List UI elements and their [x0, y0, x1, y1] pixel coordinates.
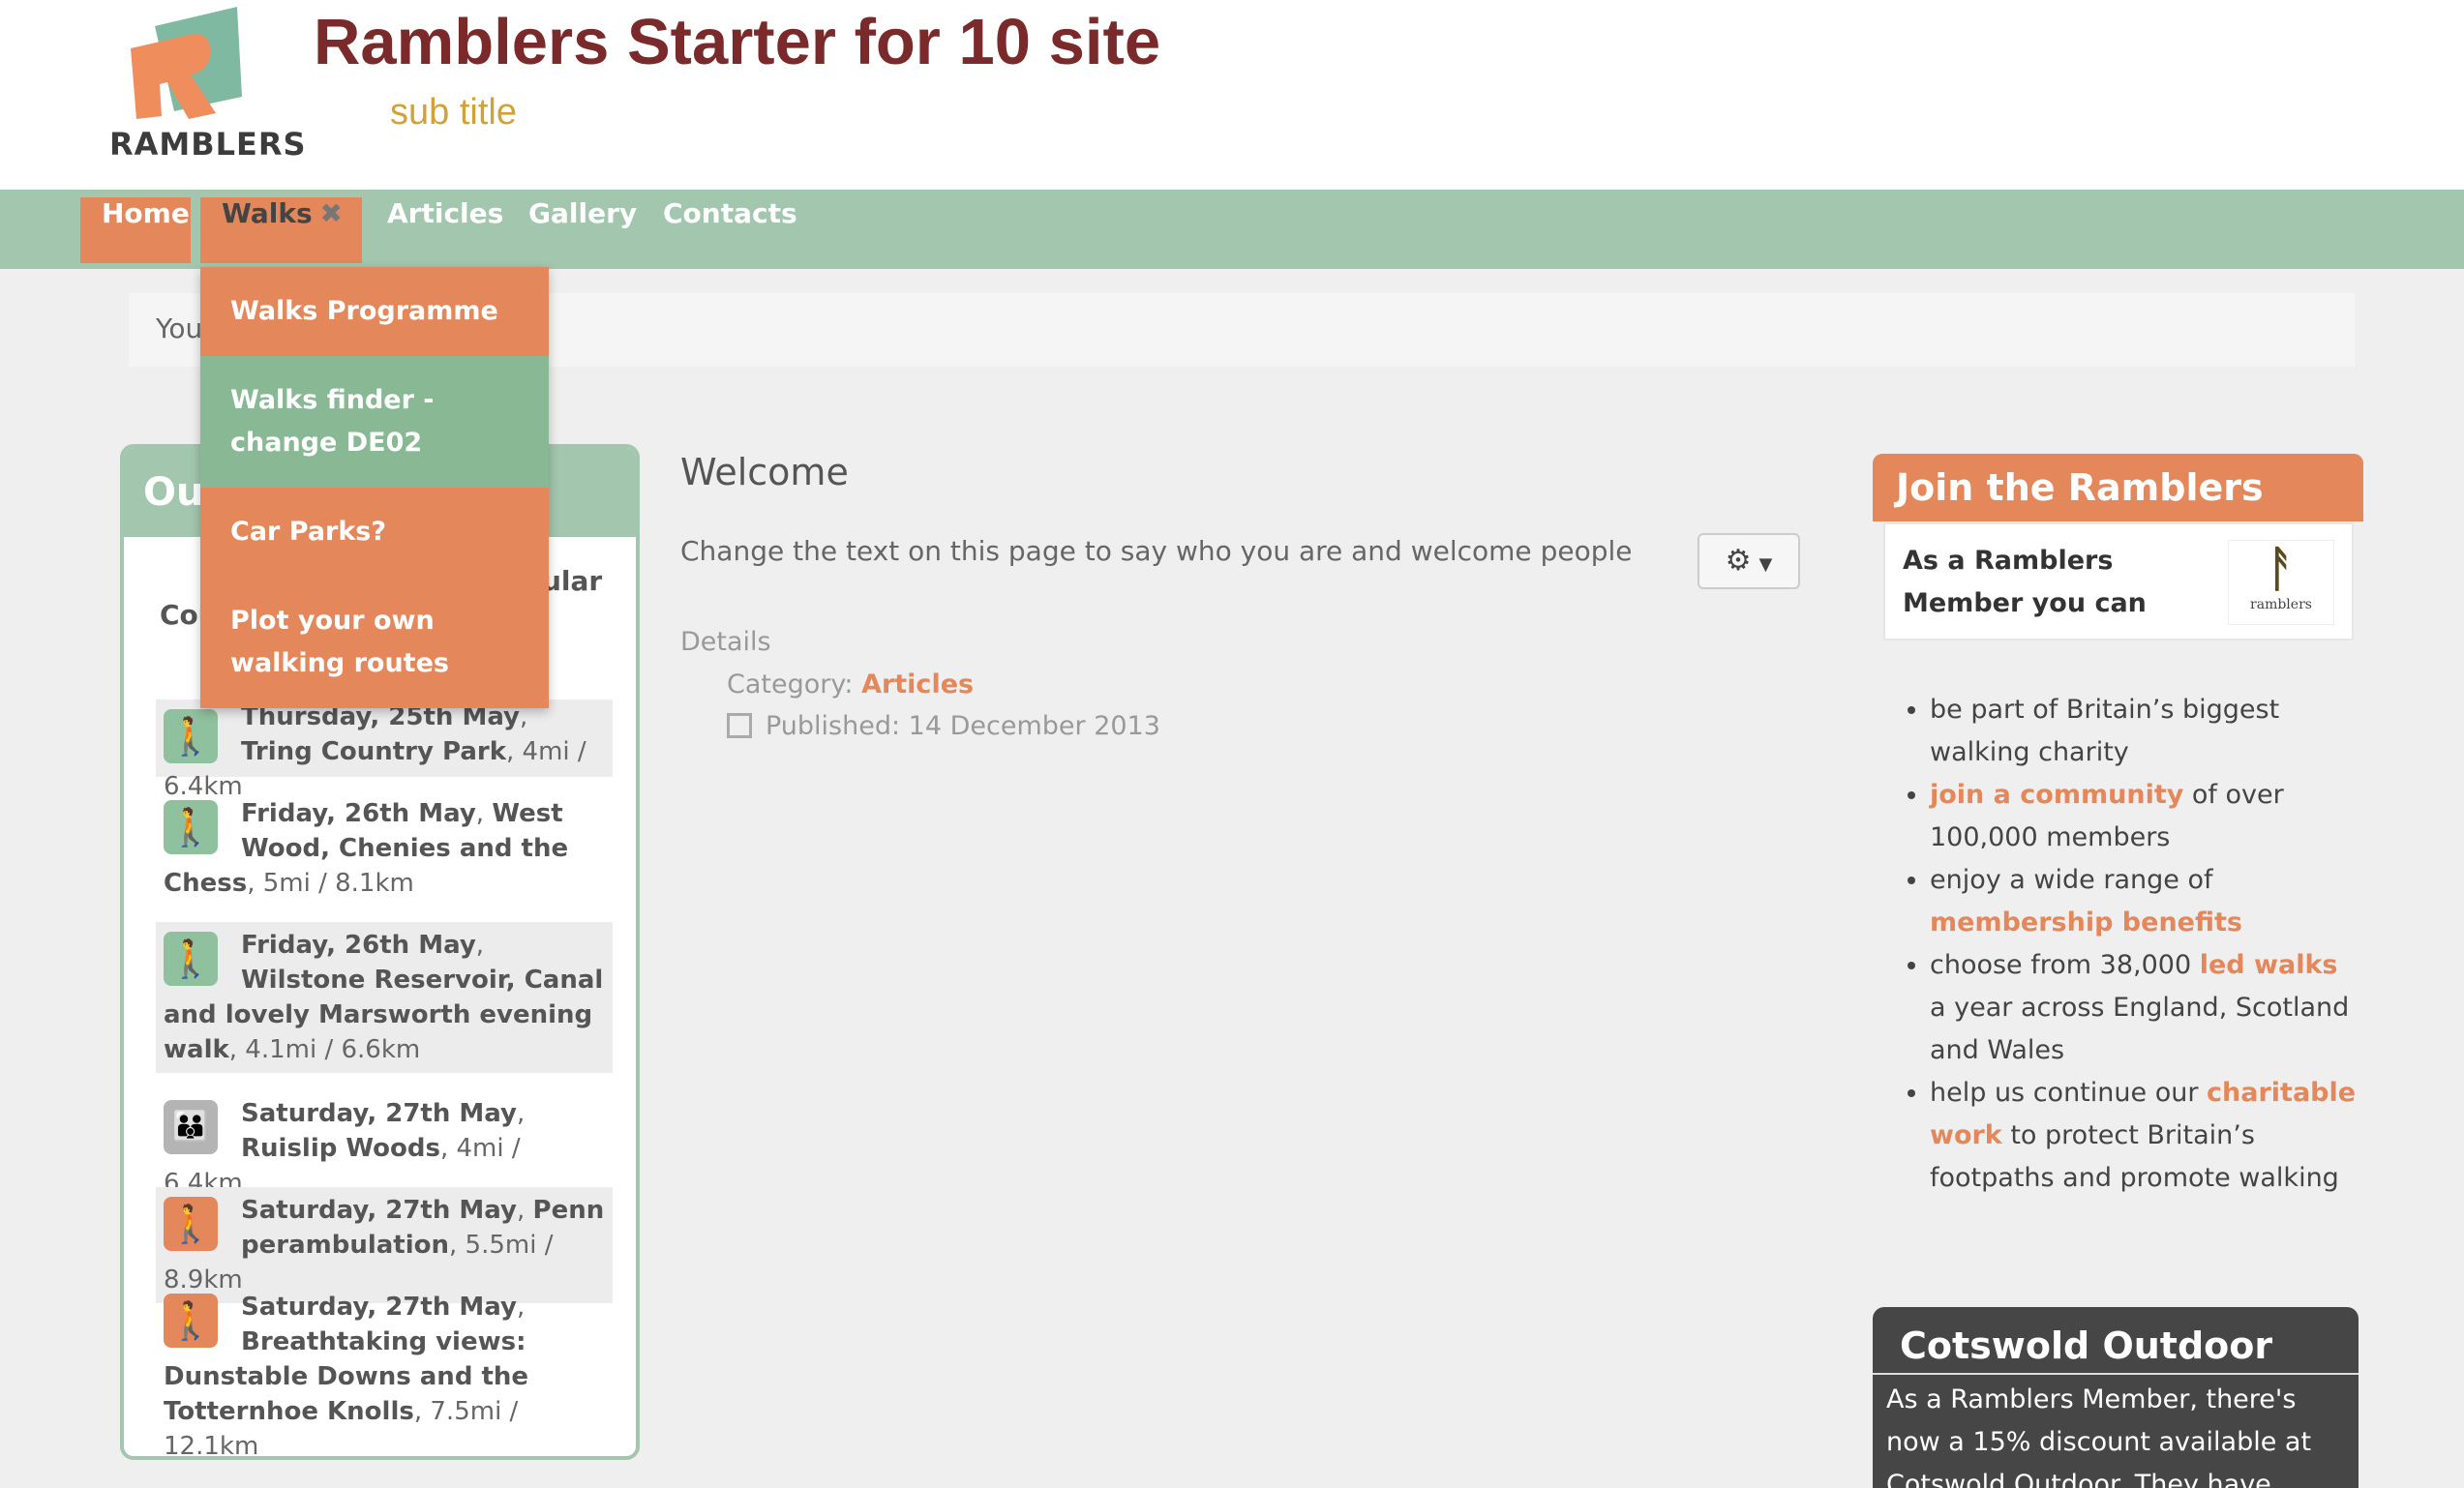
- article-text: Change the text on this page to say who …: [680, 535, 1633, 567]
- calendar-icon: [727, 713, 752, 738]
- walker-icon: 🚶: [164, 1294, 218, 1348]
- logo-mark-icon: ᚨ: [2267, 540, 2296, 597]
- details-heading: Details: [680, 627, 771, 657]
- list-item: join a community of over 100,000 members: [1930, 774, 2361, 859]
- main-nav: Home Walks ✖ Articles Gallery Contacts: [0, 190, 2464, 269]
- walk-date: Saturday, 27th May: [241, 1099, 517, 1128]
- benefit-link[interactable]: membership benefits: [1930, 908, 2242, 937]
- sep: ,: [516, 1196, 533, 1225]
- published-date: Published: 14 December 2013: [766, 711, 1160, 741]
- caret-down-icon: ▼: [1758, 554, 1773, 575]
- menu-item-plot-routes[interactable]: Plot your own walking routes: [200, 577, 549, 708]
- list-item: enjoy a wide range of membership benefit…: [1930, 859, 2361, 944]
- walk-distance: , 5mi / 8.1km: [247, 869, 414, 898]
- join-box-text: As a Ramblers Member you can: [1903, 546, 2147, 618]
- walk-date: Friday, 26th May: [241, 799, 476, 828]
- cotswold-text: As a Ramblers Member, there's now a 15% …: [1873, 1375, 2359, 1488]
- benefits-list: be part of Britain’s biggest walking cha…: [1897, 689, 2361, 1200]
- list-item[interactable]: 🚶 Friday, 26th May, Wilstone Reservoir, …: [156, 922, 613, 1073]
- sep: ,: [516, 1293, 526, 1322]
- list-item: be part of Britain’s biggest walking cha…: [1930, 689, 2361, 774]
- article-tools-button[interactable]: ⚙ ▼: [1698, 533, 1800, 589]
- ramblers-logo[interactable]: RAMBLERS: [102, 5, 306, 169]
- menu-item-walks-programme[interactable]: Walks Programme: [200, 267, 549, 356]
- join-logo-text: ramblers: [2250, 597, 2312, 612]
- sep: ,: [475, 931, 485, 960]
- walk-date: Friday, 26th May: [241, 931, 476, 960]
- list-item: help us continue our charitable work to …: [1930, 1072, 2361, 1200]
- site-subtitle: sub title: [390, 92, 517, 133]
- sep: ,: [516, 1099, 526, 1128]
- walk-distance: , 4.1mi / 6.6km: [228, 1035, 421, 1064]
- family-walk-icon: 👪: [164, 1100, 218, 1154]
- nav-gallery[interactable]: Gallery: [507, 197, 658, 263]
- list-item[interactable]: 🚶 Thursday, 25th May, Tring Country Park…: [156, 699, 613, 801]
- hidden-fragment: ular: [542, 565, 603, 597]
- site-header: RAMBLERS Ramblers Starter for 10 site su…: [0, 0, 2464, 190]
- nav-walks-label: Walks: [222, 197, 313, 229]
- walker-icon: 🚶: [164, 932, 218, 986]
- benefit-text: a year across England, Scotland and Wale…: [1930, 993, 2350, 1065]
- benefit-link[interactable]: led walks: [2200, 950, 2338, 980]
- logo-text: RAMBLERS: [109, 126, 307, 163]
- article-category: Category: Articles: [727, 670, 974, 699]
- join-box[interactable]: As a Ramblers Member you can ᚨ ramblers: [1883, 522, 2354, 640]
- category-label: Category:: [727, 670, 862, 699]
- logo-mark-icon: [131, 7, 242, 119]
- list-item[interactable]: 🚶 Saturday, 27th May, Breathtaking views…: [156, 1284, 613, 1456]
- close-icon[interactable]: ✖: [320, 197, 343, 229]
- walker-icon: 🚶: [164, 1197, 218, 1251]
- walk-title[interactable]: Tring Country Park: [241, 737, 506, 766]
- nav-home[interactable]: Home: [80, 197, 191, 263]
- benefit-link[interactable]: join a community: [1930, 780, 2183, 810]
- nav-contacts[interactable]: Contacts: [642, 197, 819, 263]
- sep: ,: [475, 799, 493, 828]
- walk-date: Saturday, 27th May: [241, 1293, 517, 1322]
- walk-title[interactable]: Ruislip Woods: [241, 1134, 440, 1163]
- benefit-text: help us continue our: [1930, 1078, 2208, 1108]
- list-item[interactable]: 🚶 Friday, 26th May, West Wood, Chenies a…: [156, 790, 613, 907]
- walks-dropdown-menu: Walks Programme Walks finder - change DE…: [200, 267, 549, 708]
- join-title: Join the Ramblers: [1873, 454, 2363, 521]
- benefit-text: choose from 38,000: [1930, 950, 2200, 980]
- menu-item-walks-finder[interactable]: Walks finder - change DE02: [200, 356, 549, 488]
- walker-icon: 🚶: [164, 800, 218, 854]
- benefit-text: be part of Britain’s biggest walking cha…: [1930, 695, 2280, 767]
- cotswold-title: Cotswold Outdoor: [1873, 1307, 2359, 1375]
- walk-date: Saturday, 27th May: [241, 1196, 517, 1225]
- walker-icon: 🚶: [164, 709, 218, 763]
- nav-articles[interactable]: Articles: [366, 197, 525, 263]
- site-title[interactable]: Ramblers Starter for 10 site: [314, 5, 1160, 79]
- breadcrumb-text: You: [156, 312, 203, 344]
- benefit-text: enjoy a wide range of: [1930, 865, 2213, 895]
- nav-walks[interactable]: Walks ✖: [200, 197, 362, 263]
- page-title: Welcome: [680, 451, 849, 493]
- menu-item-car-parks[interactable]: Car Parks?: [200, 488, 549, 577]
- gear-icon: ⚙: [1725, 544, 1752, 578]
- category-link[interactable]: Articles: [861, 670, 974, 699]
- article-published: Published: 14 December 2013: [727, 711, 1160, 741]
- list-item: choose from 38,000 led walks a year acro…: [1930, 944, 2361, 1072]
- ramblers-small-logo: ᚨ ramblers: [2228, 540, 2334, 625]
